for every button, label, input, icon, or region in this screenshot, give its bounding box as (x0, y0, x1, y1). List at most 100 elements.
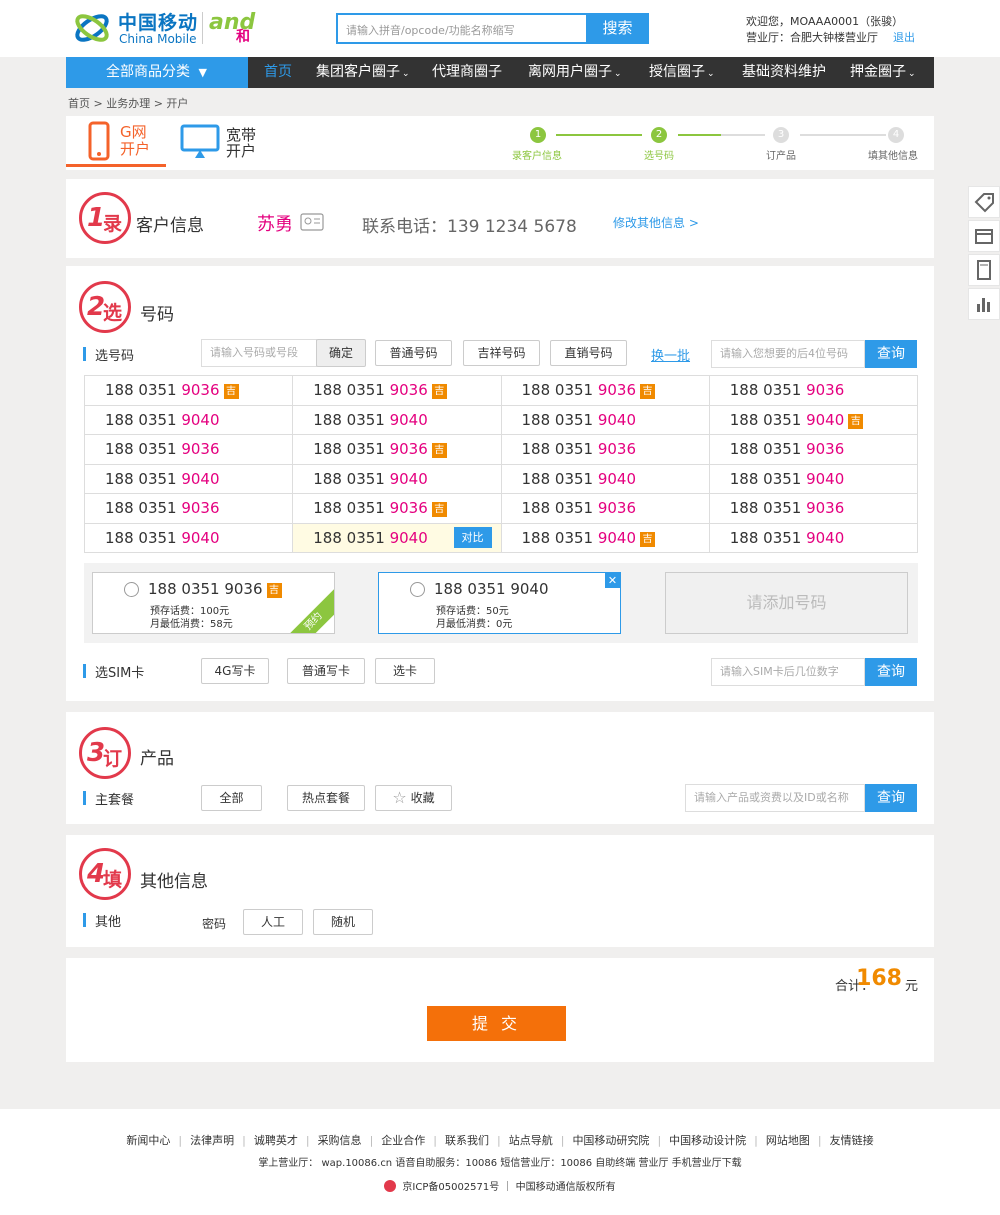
footer-link[interactable]: 友情链接 (830, 1134, 874, 1147)
lucky-tag: 吉 (431, 443, 447, 458)
sale-tag-icon[interactable] (968, 186, 1000, 218)
number-option[interactable]: 188 0351 9036 (85, 494, 294, 524)
number-option[interactable]: 188 0351 9040 (293, 464, 502, 494)
footer-link[interactable]: 网站地图 (766, 1134, 810, 1147)
number-prefix: 188 0351 (729, 381, 807, 399)
number-option[interactable]: 188 0351 9040 (709, 464, 918, 494)
breadcrumb: 首页 > 业务办理 > 开户 (68, 97, 189, 110)
filter-direct-button[interactable]: 直销号码 (550, 340, 627, 366)
password-manual-button[interactable]: 人工 (243, 909, 303, 935)
footer-link[interactable]: 企业合作 (381, 1134, 425, 1147)
plan-hot-button[interactable]: 热点套餐 (287, 785, 365, 811)
notebook-icon[interactable] (968, 254, 1000, 286)
sim-tail-input[interactable]: 请输入SIM卡后几位数字 (711, 658, 865, 686)
sim-normal-write-button[interactable]: 普通写卡 (287, 658, 365, 684)
other-info-section: 4 填 其他信息 其他 密码 人工 随机 (66, 835, 934, 947)
filter-normal-button[interactable]: 普通号码 (375, 340, 452, 366)
sim-4g-write-button[interactable]: 4G写卡 (201, 658, 269, 684)
edit-info-link[interactable]: 修改其他信息 > (613, 214, 699, 231)
picked-number-card[interactable]: 188 0351 9036 吉 预存话费：100元 月最低消费：58元 预约 (92, 572, 335, 634)
footer-link[interactable]: 法律声明 (190, 1134, 234, 1147)
footer-link[interactable]: 中国移动设计院 (669, 1134, 746, 1147)
section-title: 其他信息 (140, 872, 208, 892)
number-segment-input[interactable]: 请输入号码或号段 (201, 339, 317, 367)
footer-link[interactable]: 新闻中心 (126, 1134, 170, 1147)
picked-number-card[interactable]: 188 0351 9040 预存话费：50元 月最低消费：0元 ✕ (378, 572, 621, 634)
number-option[interactable]: 188 0351 9036 吉 (85, 376, 294, 406)
nav-item-credit[interactable]: 授信圈子 ⌄ (649, 57, 715, 88)
sim-pick-button[interactable]: 选卡 (375, 658, 435, 684)
nav-item-basic-data[interactable]: 基础资料维护 (742, 57, 826, 88)
number-option[interactable]: 188 0351 9040 对比 (293, 523, 502, 553)
number-option[interactable]: 188 0351 9040 (85, 523, 294, 553)
number-option[interactable]: 188 0351 9036 (709, 435, 918, 465)
number-prefix: 188 0351 (105, 410, 182, 429)
tab-broadband-open[interactable]: 宽带 开户 (178, 116, 268, 167)
number-option[interactable]: 188 0351 9036 吉 (293, 494, 502, 524)
chevron-down-icon: ⌄ (908, 69, 916, 79)
nav-label: 押金圈子 (850, 64, 906, 80)
number-option[interactable]: 188 0351 9036 吉 (293, 376, 502, 406)
customer-info-section: 1 录 客户信息 苏勇 联系电话：139 1234 5678 修改其他信息 > (66, 179, 934, 258)
logout-link[interactable]: 退出 (893, 29, 915, 45)
search-input[interactable]: 请输入拼音/opcode/功能名称缩写 (336, 13, 586, 44)
tail-number-input[interactable]: 请输入您想要的后4位号码 (711, 340, 865, 368)
sim-query-button[interactable]: 查询 (865, 658, 917, 686)
number-option[interactable]: 188 0351 9040 (501, 464, 710, 494)
nav-item-agents[interactable]: 代理商圈子 (432, 57, 502, 88)
number-option[interactable]: 188 0351 9036 (709, 376, 918, 406)
radio-button[interactable] (124, 582, 139, 597)
number-option[interactable]: 188 0351 9036 (501, 494, 710, 524)
picked-number: 188 0351 9040 (434, 580, 549, 598)
plan-favorite-button[interactable]: ☆ 收藏 (375, 785, 452, 811)
number-option[interactable]: 188 0351 9036 吉 (293, 435, 502, 465)
footer-link[interactable]: 采购信息 (318, 1134, 362, 1147)
search-button[interactable]: 搜索 (586, 13, 649, 44)
bar-chart-icon[interactable] (968, 288, 1000, 320)
confirm-button[interactable]: 确定 (316, 339, 366, 367)
number-option[interactable]: 188 0351 9040 (293, 405, 502, 435)
radio-button[interactable] (410, 582, 425, 597)
close-icon[interactable]: ✕ (605, 573, 620, 588)
nav-item-group-customers[interactable]: 集团客户圈子 ⌄ (316, 57, 410, 88)
number-option[interactable]: 188 0351 9040 吉 (501, 523, 710, 553)
footer-link[interactable]: 联系我们 (445, 1134, 489, 1147)
number-option[interactable]: 188 0351 9040 吉 (709, 405, 918, 435)
refresh-batch-link[interactable]: 换一批 (651, 345, 690, 364)
number-option[interactable]: 188 0351 9040 (85, 464, 294, 494)
step-2-circle: 2 (651, 127, 667, 143)
password-random-button[interactable]: 随机 (313, 909, 373, 935)
nav-label: 离网用户圈子 (528, 64, 612, 80)
all-categories-button[interactable]: 全部商品分类 ▼ (66, 57, 248, 88)
footer-link[interactable]: 诚聘英才 (254, 1134, 298, 1147)
nav-item-home[interactable]: 首页 (264, 57, 292, 88)
number-tail: 9036 (389, 381, 428, 399)
lucky-tag: 吉 (640, 531, 656, 547)
plan-all-button[interactable]: 全部 (201, 785, 262, 811)
badge-char: 订 (103, 748, 123, 770)
footer: 新闻中心 | 法律声明 | 诚聘英才 | 采购信息 | 企业合作 | 联系我们 | 站点导航 | 中国移动研… (0, 1109, 1000, 1215)
nav-item-offnet-users[interactable]: 离网用户圈子 ⌄ (528, 57, 622, 88)
number-option[interactable]: 188 0351 9040 (85, 405, 294, 435)
compare-button[interactable]: 对比 (453, 526, 492, 548)
footer-link[interactable]: 中国移动研究院 (572, 1134, 649, 1147)
calendar-icon[interactable] (968, 220, 1000, 252)
add-number-placeholder[interactable]: 请添加号码 (665, 572, 908, 634)
tab-g-network-open[interactable]: G网 开户 (66, 116, 166, 167)
number-prefix: 188 0351 (521, 410, 598, 429)
submit-button[interactable]: 提 交 (427, 1006, 566, 1041)
filter-lucky-button[interactable]: 吉祥号码 (463, 340, 540, 366)
number-option[interactable]: 188 0351 9036 (501, 435, 710, 465)
number-query-button[interactable]: 查询 (865, 340, 917, 368)
product-query-button[interactable]: 查询 (865, 784, 917, 812)
number-option[interactable]: 188 0351 9036 (709, 494, 918, 524)
nav-item-deposit[interactable]: 押金圈子 ⌄ (850, 57, 916, 88)
number-option[interactable]: 188 0351 9036 (85, 435, 294, 465)
id-card-icon[interactable] (300, 213, 324, 231)
number-option[interactable]: 188 0351 9036 吉 (501, 376, 710, 406)
number-option[interactable]: 188 0351 9040 (501, 405, 710, 435)
number-option[interactable]: 188 0351 9040 (709, 523, 918, 553)
footer-link[interactable]: 站点导航 (509, 1134, 553, 1147)
product-search-input[interactable]: 请输入产品或资费以及ID或名称 (685, 784, 865, 812)
step-4-label: 填其他信息 (868, 151, 918, 162)
